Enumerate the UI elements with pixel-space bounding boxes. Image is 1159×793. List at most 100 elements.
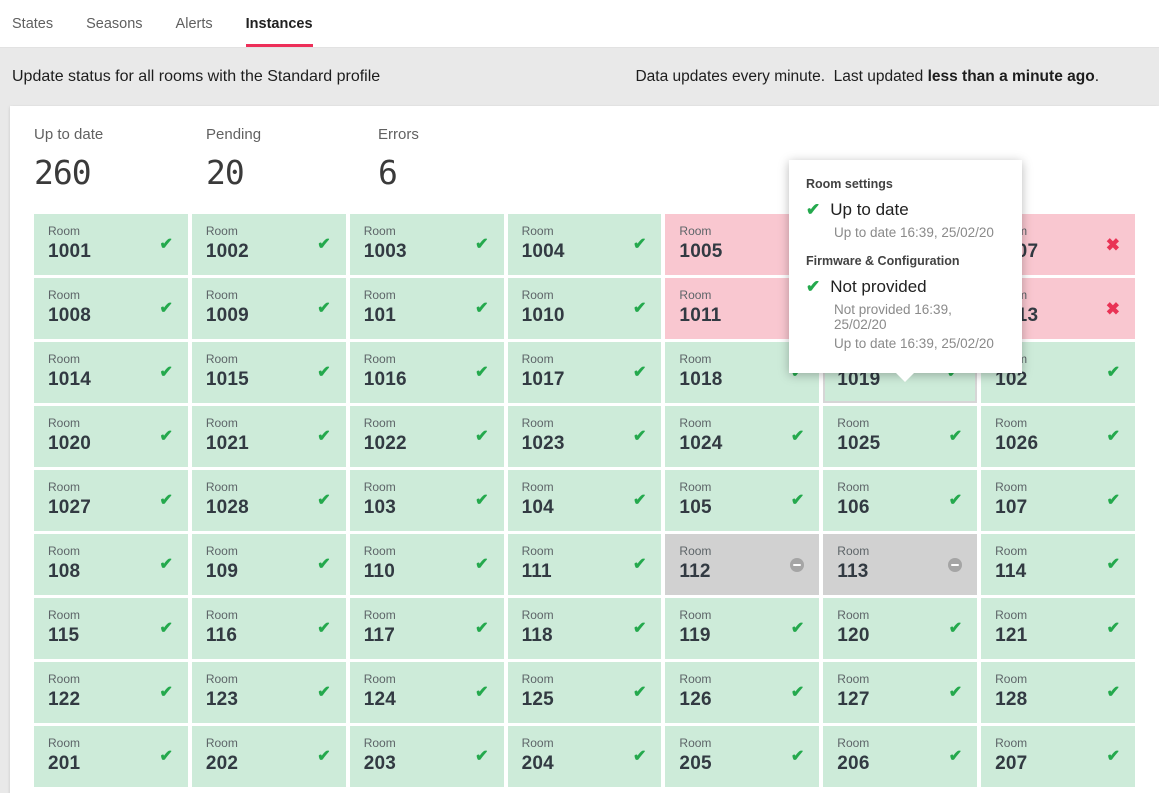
room-card[interactable]: Room 111 ✔ <box>508 534 662 595</box>
room-card[interactable]: Room 115 ✔ <box>34 598 188 659</box>
check-icon: ✔ <box>633 301 646 317</box>
room-number: 111 <box>522 561 648 583</box>
room-card[interactable]: Room 1024 ✔ <box>665 406 819 467</box>
check-icon: ✔ <box>633 685 646 701</box>
room-card[interactable]: Room 112 <box>665 534 819 595</box>
room-card[interactable]: Room 1016 ✔ <box>350 342 504 403</box>
room-label: Room <box>364 736 490 750</box>
room-card-text: Room 202 <box>206 736 332 775</box>
room-card[interactable]: Room 126 ✔ <box>665 662 819 723</box>
tabs-bar: States Seasons Alerts Instances <box>0 0 1159 48</box>
room-number: 124 <box>364 689 490 711</box>
room-number: 1025 <box>837 433 963 455</box>
room-card[interactable]: Room 104 ✔ <box>508 470 662 531</box>
room-card-text: Room 1015 <box>206 352 332 391</box>
room-label: Room <box>48 224 174 238</box>
room-card[interactable]: Room 1002 ✔ <box>192 214 346 275</box>
room-card[interactable]: Room 109 ✔ <box>192 534 346 595</box>
room-number: 206 <box>837 753 963 775</box>
room-card[interactable]: Room 1021 ✔ <box>192 406 346 467</box>
room-label: Room <box>522 288 648 302</box>
room-card-text: Room 203 <box>364 736 490 775</box>
room-card[interactable]: Room 202 ✔ <box>192 726 346 787</box>
room-card[interactable]: Room 101 ✔ <box>350 278 504 339</box>
room-card[interactable]: Room 1027 ✔ <box>34 470 188 531</box>
room-card[interactable]: Room 1004 ✔ <box>508 214 662 275</box>
room-card[interactable]: Room 1010 ✔ <box>508 278 662 339</box>
room-card[interactable]: Room 201 ✔ <box>34 726 188 787</box>
room-card-text: Room 115 <box>48 608 174 647</box>
room-card[interactable]: Room 119 ✔ <box>665 598 819 659</box>
check-icon: ✔ <box>806 277 820 297</box>
room-card[interactable]: Room 124 ✔ <box>350 662 504 723</box>
room-card[interactable]: Room 1003 ✔ <box>350 214 504 275</box>
room-card[interactable]: Room 207 ✔ <box>981 726 1135 787</box>
check-icon: ✔ <box>317 493 330 509</box>
room-card[interactable]: Room 123 ✔ <box>192 662 346 723</box>
stat-errors: Errors 6 <box>378 126 550 192</box>
room-card[interactable]: Room 205 ✔ <box>665 726 819 787</box>
room-card[interactable]: Room 1028 ✔ <box>192 470 346 531</box>
check-icon: ✔ <box>317 685 330 701</box>
room-card[interactable]: Room 1023 ✔ <box>508 406 662 467</box>
room-card[interactable]: Room 128 ✔ <box>981 662 1135 723</box>
stat-value: 260 <box>34 153 206 192</box>
room-card[interactable]: Room 203 ✔ <box>350 726 504 787</box>
room-card[interactable]: Room 122 ✔ <box>34 662 188 723</box>
room-card[interactable]: Room 118 ✔ <box>508 598 662 659</box>
room-card[interactable]: Room 103 ✔ <box>350 470 504 531</box>
tab-seasons[interactable]: Seasons <box>86 0 142 47</box>
check-icon: ✔ <box>475 749 488 765</box>
room-card[interactable]: Room 1009 ✔ <box>192 278 346 339</box>
room-card[interactable]: Room 121 ✔ <box>981 598 1135 659</box>
room-number: 202 <box>206 753 332 775</box>
check-icon: ✔ <box>633 237 646 253</box>
room-number: 128 <box>995 689 1121 711</box>
room-card[interactable]: Room 108 ✔ <box>34 534 188 595</box>
room-card[interactable]: Room 116 ✔ <box>192 598 346 659</box>
room-card[interactable]: Room 1017 ✔ <box>508 342 662 403</box>
room-card[interactable]: Room 110 ✔ <box>350 534 504 595</box>
room-card[interactable]: Room 1026 ✔ <box>981 406 1135 467</box>
room-label: Room <box>48 736 174 750</box>
check-icon: ✔ <box>317 749 330 765</box>
room-number: 1011 <box>679 305 805 327</box>
room-card[interactable]: Room 107 ✔ <box>981 470 1135 531</box>
room-card[interactable]: Room 1022 ✔ <box>350 406 504 467</box>
tab-instances[interactable]: Instances <box>246 0 313 47</box>
room-card[interactable]: Room 127 ✔ <box>823 662 977 723</box>
room-number: 117 <box>364 625 490 647</box>
room-number: 1028 <box>206 497 332 519</box>
check-icon: ✔ <box>475 429 488 445</box>
room-card[interactable]: Room 1020 ✔ <box>34 406 188 467</box>
room-card[interactable]: Room 1015 ✔ <box>192 342 346 403</box>
room-card[interactable]: Room 1001 ✔ <box>34 214 188 275</box>
room-label: Room <box>364 416 490 430</box>
room-card[interactable]: Room 114 ✔ <box>981 534 1135 595</box>
room-card[interactable]: Room 204 ✔ <box>508 726 662 787</box>
room-card-text: Room 116 <box>206 608 332 647</box>
room-card-text: Room 121 <box>995 608 1121 647</box>
room-card[interactable]: Room 125 ✔ <box>508 662 662 723</box>
room-card[interactable]: Room 105 ✔ <box>665 470 819 531</box>
room-card[interactable]: Room 1025 ✔ <box>823 406 977 467</box>
room-card[interactable]: Room 113 <box>823 534 977 595</box>
room-label: Room <box>48 480 174 494</box>
page-title: Update status for all rooms with the Sta… <box>12 68 380 86</box>
room-number: 1016 <box>364 369 490 391</box>
check-icon: ✔ <box>633 557 646 573</box>
room-card[interactable]: Room 1008 ✔ <box>34 278 188 339</box>
room-card[interactable]: Room 1014 ✔ <box>34 342 188 403</box>
room-number: 1008 <box>48 305 174 327</box>
room-label: Room <box>837 672 963 686</box>
room-label: Room <box>522 416 648 430</box>
tab-alerts[interactable]: Alerts <box>176 0 213 47</box>
room-card[interactable]: Room 120 ✔ <box>823 598 977 659</box>
room-card[interactable]: Room 117 ✔ <box>350 598 504 659</box>
room-card[interactable]: Room 106 ✔ <box>823 470 977 531</box>
room-label: Room <box>995 672 1121 686</box>
tab-states[interactable]: States <box>12 0 53 47</box>
room-card-text: Room 1001 <box>48 224 174 263</box>
check-icon: ✔ <box>159 557 172 573</box>
room-card[interactable]: Room 206 ✔ <box>823 726 977 787</box>
